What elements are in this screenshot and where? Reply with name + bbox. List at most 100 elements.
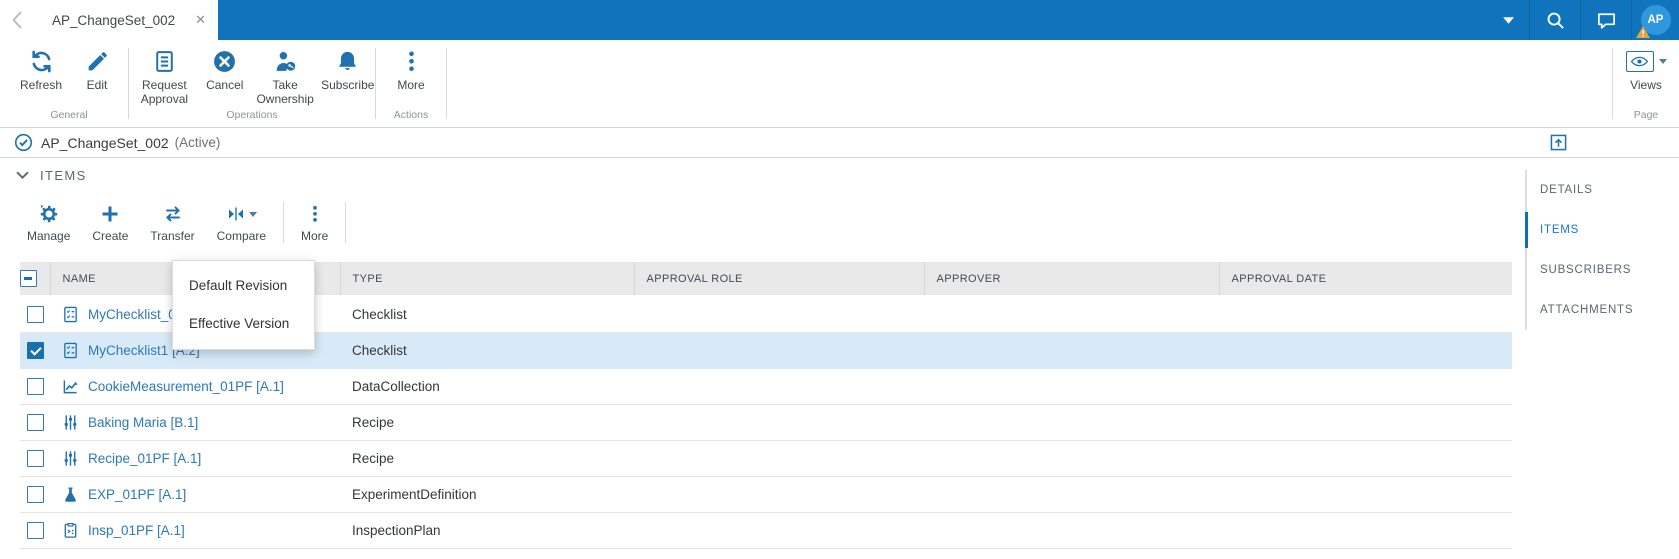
sidebar-tab-details[interactable]: DETAILS	[1527, 170, 1679, 210]
select-all-checkbox[interactable]	[20, 270, 37, 287]
ribbon-button-edit[interactable]: Edit	[72, 48, 122, 93]
column-header-approver[interactable]: APPROVER	[924, 262, 1220, 297]
recipe-sliders-icon	[62, 414, 79, 431]
document-tab[interactable]: AP_ChangeSet_002 ✕	[34, 0, 218, 40]
name-cell: Baking Maria [B.1]	[50, 404, 340, 441]
approver-cell	[924, 368, 1219, 405]
ribbon-group-label: General	[50, 109, 88, 121]
approver-cell	[924, 296, 1219, 333]
request-approval-document-icon	[152, 48, 177, 75]
row-checkbox[interactable]	[26, 449, 44, 467]
items-toolbar-button-label: Compare	[216, 229, 266, 243]
type-cell: InspectionPlan	[340, 512, 634, 549]
item-name-link[interactable]: Recipe_01PF [A.1]	[88, 451, 201, 466]
ribbon-button-refresh[interactable]: Refresh	[16, 48, 66, 93]
items-toolbar-transfer-button[interactable]: Transfer	[139, 202, 205, 243]
table-row: Baking Maria [B.1] Recipe	[20, 404, 1512, 441]
topbar-dropdown-caret-icon[interactable]	[1487, 0, 1529, 40]
views-eye-icon	[1625, 48, 1667, 75]
object-header: AP_ChangeSet_002 (Active)	[0, 128, 1679, 158]
experiment-flask-icon	[62, 486, 79, 503]
transfer-arrows-icon	[163, 202, 183, 226]
edit-pencil-icon	[85, 48, 110, 75]
recipe-sliders-icon	[62, 450, 79, 467]
item-name-link[interactable]: Baking Maria [B.1]	[88, 415, 198, 430]
views-caret-icon[interactable]	[1658, 59, 1667, 64]
approver-cell	[924, 512, 1219, 549]
search-icon[interactable]	[1530, 0, 1580, 40]
row-checkbox[interactable]	[26, 341, 44, 359]
table-row: Insp_01PF [A.1] InspectionPlan	[20, 512, 1512, 549]
row-checkbox-cell	[20, 368, 50, 405]
sidebar-tab-subscribers[interactable]: SUBSCRIBERS	[1527, 250, 1679, 290]
open-panel-icon[interactable]	[1550, 134, 1567, 151]
approval-role-cell	[634, 440, 924, 477]
approval-role-cell	[634, 476, 924, 513]
ribbon-button-more[interactable]: More	[386, 48, 436, 93]
ribbon-button-label: Subscribe	[321, 78, 375, 92]
take-ownership-person-icon	[273, 48, 298, 75]
item-name-link[interactable]: MyChecklist_0	[88, 307, 176, 322]
ribbon-button-cancel[interactable]: Cancel	[200, 48, 250, 93]
views-eye-icon	[1625, 51, 1654, 72]
select-all-header-cell	[20, 262, 51, 297]
table-row: Recipe_01PF [A.1] Recipe	[20, 440, 1512, 477]
row-checkbox-cell	[20, 296, 50, 333]
menu-item-effective-version[interactable]: Effective Version	[173, 305, 314, 343]
ribbon-group-page: Views Page	[1613, 40, 1679, 127]
row-checkbox[interactable]	[26, 521, 44, 539]
ribbon-button-request-approval[interactable]: Request Approval	[129, 48, 200, 107]
row-checkbox[interactable]	[26, 377, 44, 395]
type-cell: Recipe	[340, 440, 634, 477]
ribbon-button-views[interactable]: Views	[1621, 48, 1671, 93]
menu-item-default-revision[interactable]: Default Revision	[173, 267, 314, 305]
column-header-type[interactable]: TYPE	[340, 262, 635, 297]
type-cell: DataCollection	[340, 368, 634, 405]
ribbon-button-label: Take Ownership	[256, 78, 314, 106]
topbar-actions: AP	[1487, 0, 1679, 40]
item-name-link[interactable]: Insp_01PF [A.1]	[88, 523, 185, 538]
sidebar-tab-label: ITEMS	[1540, 224, 1580, 236]
back-chevron-icon[interactable]	[0, 11, 34, 29]
row-checkbox[interactable]	[26, 413, 44, 431]
row-checkbox[interactable]	[26, 485, 44, 503]
sidebar-tab-label: DETAILS	[1540, 184, 1593, 196]
items-toolbar-manage-button[interactable]: Manage	[16, 202, 81, 243]
manage-gear-icon	[39, 202, 59, 226]
ribbon-group-label: Actions	[393, 109, 429, 121]
ribbon-button-label: Refresh	[19, 78, 63, 92]
column-header-approval-role[interactable]: APPROVAL ROLE	[634, 262, 925, 297]
sidebar-tabs: DETAILS ITEMS SUBSCRIBERS ATTACHMENTS	[1525, 170, 1679, 330]
items-section-header[interactable]: ITEMS	[16, 168, 87, 183]
type-cell: Recipe	[340, 404, 634, 441]
approval-role-cell	[634, 368, 924, 405]
row-checkbox-cell	[20, 440, 50, 477]
approval-role-cell	[634, 404, 924, 441]
ribbon-group-label: Page	[1633, 109, 1659, 121]
sidebar-tab-label: SUBSCRIBERS	[1540, 264, 1632, 276]
items-toolbar-create-button[interactable]: Create	[81, 202, 139, 243]
items-toolbar-more-button[interactable]: More	[290, 202, 339, 243]
compare-caret-icon[interactable]	[248, 211, 257, 217]
more-ellipsis-icon	[399, 48, 424, 75]
sidebar-tab-items[interactable]: ITEMS	[1525, 210, 1679, 250]
items-toolbar-compare-button[interactable]: Compare	[206, 202, 277, 243]
row-checkbox-cell	[20, 512, 50, 549]
tab-close-icon[interactable]: ✕	[187, 12, 206, 28]
chevron-down-icon	[16, 171, 29, 180]
status-check-circle-icon	[14, 133, 33, 152]
item-name-link[interactable]: CookieMeasurement_01PF [A.1]	[88, 379, 284, 394]
row-checkbox-cell	[20, 476, 50, 513]
item-name-link[interactable]: EXP_01PF [A.1]	[88, 487, 186, 502]
sidebar-tab-attachments[interactable]: ATTACHMENTS	[1527, 290, 1679, 330]
avatar[interactable]: AP	[1632, 0, 1679, 40]
column-header-approval-date[interactable]: APPROVAL DATE	[1219, 262, 1512, 297]
ribbon-button-subscribe[interactable]: Subscribe	[321, 48, 376, 93]
toolbar-separator	[345, 202, 347, 243]
ribbon-group-general: Refresh Edit General	[10, 40, 128, 127]
ribbon-toolbar: Refresh Edit General Request Approval Cancel…	[0, 40, 1679, 128]
row-checkbox[interactable]	[26, 305, 44, 323]
ribbon-spacer	[447, 40, 1612, 127]
feedback-chat-icon[interactable]	[1581, 0, 1631, 40]
ribbon-button-take-ownership[interactable]: Take Ownership	[250, 48, 321, 107]
